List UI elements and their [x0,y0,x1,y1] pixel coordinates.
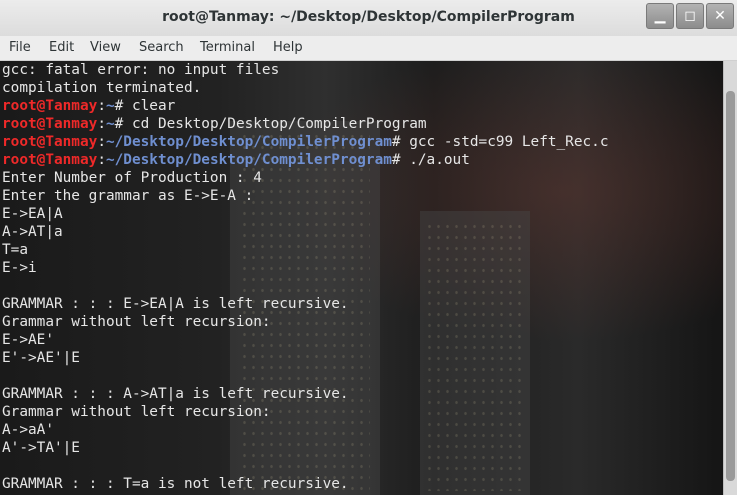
scrollbar[interactable] [723,61,737,495]
menu-view[interactable]: View [90,40,121,55]
output-line: Enter Number of Production : 4 [2,170,262,186]
prompt-line: root@Tanmay:~# cd Desktop/Desktop/Compil… [2,115,722,133]
prompt-command: # ./a.out [391,152,470,168]
close-button[interactable]: ✕ [706,3,734,29]
output-line: T=a [2,242,28,258]
menu-edit[interactable]: Edit [49,40,74,55]
scrollbar-thumb[interactable] [726,91,735,481]
terminal-output[interactable]: gcc: fatal error: no input files compilat… [0,61,723,495]
output-line: E'->AE'|E [2,350,80,366]
minimize-button[interactable]: ▁ [646,3,674,29]
output-line: compilation terminated. [2,80,202,96]
prompt-user: root@Tanmay [2,134,98,150]
prompt-line: root@Tanmay:~/Desktop/Desktop/CompilerPr… [2,151,722,169]
title-bar[interactable]: root@Tanmay: ~/Desktop/Desktop/CompilerP… [0,0,737,37]
terminal-window: root@Tanmay: ~/Desktop/Desktop/CompilerP… [0,0,737,495]
output-line: Grammar without left recursion: [2,404,271,420]
menu-search[interactable]: Search [139,40,184,55]
output-line: gcc: fatal error: no input files [2,62,280,78]
prompt-path: ~/Desktop/Desktop/CompilerProgram [105,134,392,150]
output-line: E->i [2,260,37,276]
output-line: Enter the grammar as E->E-A : [2,188,254,204]
prompt-user: root@Tanmay [2,98,98,114]
prompt-command: # clear [114,98,176,114]
prompt-separator: : [97,134,106,150]
prompt-separator: : [97,98,106,114]
output-line: GRAMMAR : : : T=a is not left recursive. [2,476,349,492]
prompt-separator: : [97,152,106,168]
prompt-command: # gcc -std=c99 Left_Rec.c [391,134,609,150]
menu-bar: File Edit View Search Terminal Help [0,36,737,61]
menu-help[interactable]: Help [273,40,303,55]
output-line: A->AT|a [2,224,63,240]
prompt-separator: : [97,116,106,132]
prompt-path: ~ [105,116,115,132]
output-line: E->EA|A [2,206,63,222]
prompt-command: # cd Desktop/Desktop/CompilerProgram [114,116,427,132]
prompt-path: ~ [105,98,115,114]
window-title: root@Tanmay: ~/Desktop/Desktop/CompilerP… [162,9,575,25]
prompt-path: ~/Desktop/Desktop/CompilerProgram [105,152,392,168]
terminal-lines: gcc: fatal error: no input files compilat… [2,61,722,493]
output-line: E->AE' [2,332,54,348]
output-line: A->aA' [2,422,54,438]
maximize-button[interactable]: ◻ [676,3,704,29]
menu-file[interactable]: File [9,40,31,55]
prompt-user: root@Tanmay [2,152,98,168]
output-line: A'->TA'|E [2,440,80,456]
menu-terminal[interactable]: Terminal [200,40,255,55]
output-line: GRAMMAR : : : E->EA|A is left recursive. [2,296,349,312]
prompt-user: root@Tanmay [2,116,98,132]
prompt-line: root@Tanmay:~# clear [2,97,722,115]
prompt-line: root@Tanmay:~/Desktop/Desktop/CompilerPr… [2,133,722,151]
output-line: GRAMMAR : : : A->AT|a is left recursive. [2,386,349,402]
output-line: Grammar without left recursion: [2,314,271,330]
